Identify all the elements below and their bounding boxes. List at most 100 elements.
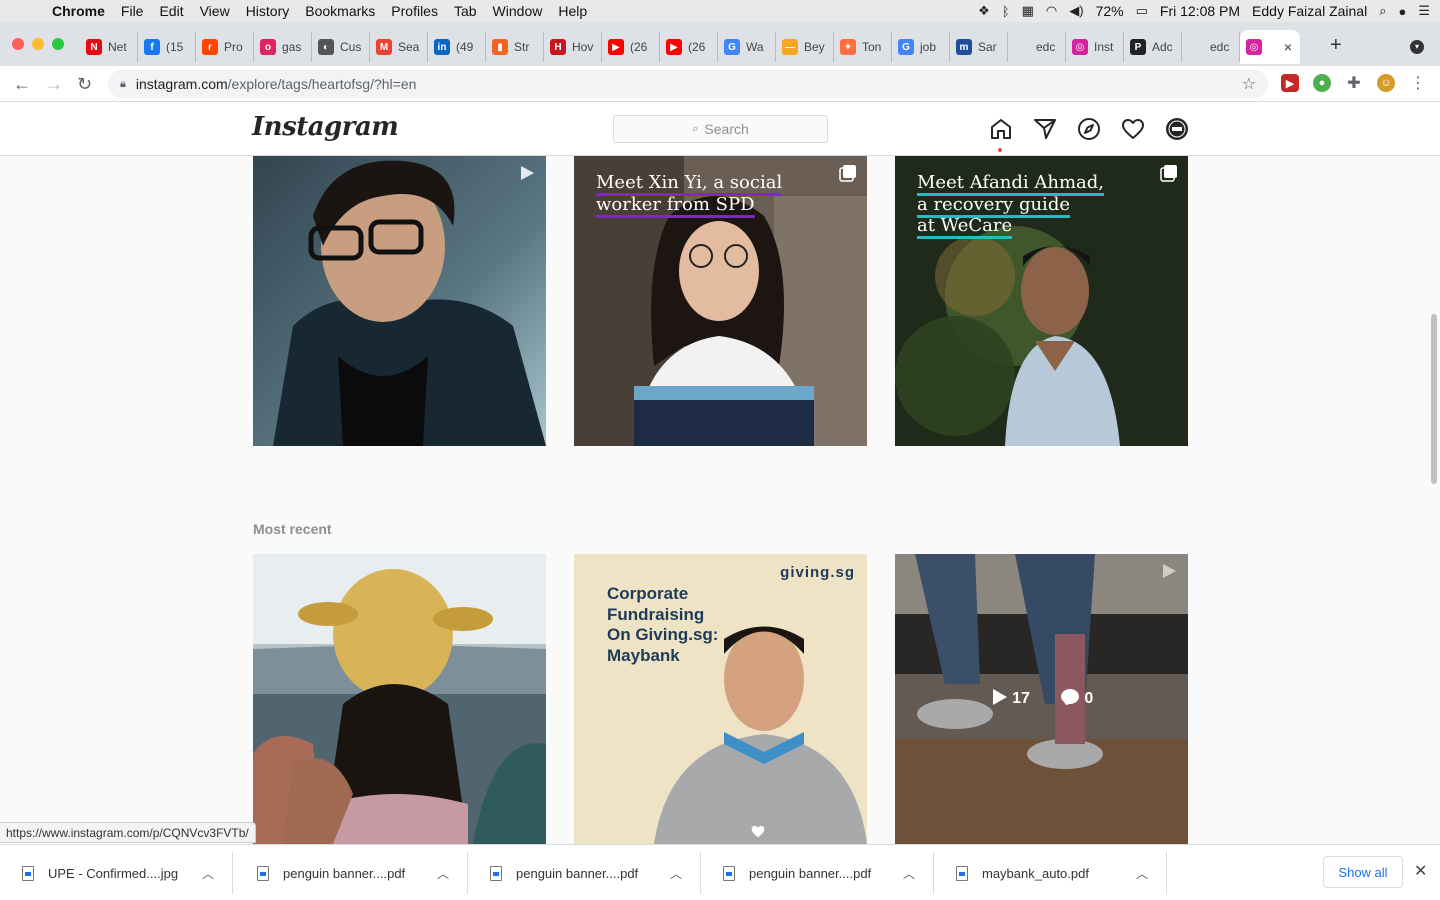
chrome-menu-icon[interactable]: ⋮: [1409, 74, 1427, 92]
browser-tab[interactable]: r Pro: [196, 32, 254, 62]
menu-window[interactable]: Window: [485, 3, 551, 19]
spotlight-search-icon[interactable]: ⌕: [1379, 3, 1386, 19]
menu-clock[interactable]: Fri 12:08 PM: [1160, 3, 1240, 19]
extension-red-icon[interactable]: ▶: [1281, 74, 1299, 92]
bookmark-star-icon[interactable]: ☆: [1242, 74, 1256, 94]
browser-tab[interactable]: ▶ (26: [602, 32, 660, 62]
scrollbar-thumb[interactable]: [1431, 314, 1437, 484]
download-item[interactable]: penguin banner....pdf ︿: [235, 852, 468, 894]
extensions-puzzle-icon[interactable]: ✚: [1345, 74, 1363, 92]
video-play-icon: [1160, 562, 1178, 585]
chevron-up-icon[interactable]: ︿: [903, 865, 915, 882]
comment-icon: [1060, 689, 1079, 705]
browser-tab[interactable]: edc: [1008, 32, 1066, 62]
browser-tab[interactable]: Gjob: [892, 32, 950, 62]
back-arrow-icon[interactable]: ←: [13, 74, 31, 95]
browser-tab[interactable]: in (49: [428, 32, 486, 62]
download-item[interactable]: UPE - Confirmed....jpg ︿: [0, 852, 233, 894]
menu-help[interactable]: Help: [550, 3, 595, 19]
post-tile[interactable]: [253, 554, 546, 844]
forward-arrow-icon[interactable]: →: [45, 74, 63, 95]
post-tile-hovered[interactable]: 17 0: [895, 554, 1188, 844]
close-icon[interactable]: ✕: [1414, 861, 1427, 881]
address-bar[interactable]: 🔒︎ instagram.com/explore/tags/heartofsg/…: [108, 70, 1268, 98]
explore-compass-icon[interactable]: [1076, 116, 1102, 142]
menu-file[interactable]: File: [113, 3, 152, 19]
caption-line: worker from SPD: [596, 193, 755, 218]
menu-history[interactable]: History: [238, 3, 298, 19]
menu-app-chrome[interactable]: Chrome: [44, 3, 113, 19]
keyboard-icon[interactable]: ▦: [1022, 3, 1034, 19]
chevron-up-icon[interactable]: ︿: [202, 865, 214, 882]
siri-icon[interactable]: ●: [1398, 4, 1406, 19]
browser-tab[interactable]: N Net: [80, 32, 138, 62]
browser-tab-active[interactable]: ◎ ×: [1240, 30, 1300, 64]
profile-avatar[interactable]: [1164, 116, 1190, 142]
tab-title: gas: [282, 40, 302, 54]
minimize-window-button[interactable]: [32, 38, 44, 50]
volume-icon[interactable]: ◀): [1069, 3, 1083, 19]
reload-icon[interactable]: ↻: [77, 74, 92, 95]
chevron-up-icon[interactable]: ︿: [437, 865, 449, 882]
lock-icon[interactable]: 🔒︎: [120, 78, 126, 91]
page-scrollbar[interactable]: [1428, 156, 1440, 844]
browser-tab[interactable]: M Sea: [370, 32, 428, 62]
post-tile[interactable]: Meet Afandi Ahmad, a recovery guide at W…: [895, 156, 1188, 446]
battery-icon[interactable]: ▭: [1136, 3, 1148, 19]
extension-green-icon[interactable]: ●: [1313, 74, 1331, 92]
new-tab-button[interactable]: +: [1330, 34, 1342, 57]
browser-tab[interactable]: P Adc: [1124, 32, 1182, 62]
close-tab-icon[interactable]: ×: [1284, 39, 1292, 55]
browser-tab[interactable]: ▶ (26: [660, 32, 718, 62]
wifi-icon[interactable]: ◠: [1046, 3, 1057, 19]
tab-favicon-icon: P: [1130, 39, 1146, 55]
menu-view[interactable]: View: [192, 3, 238, 19]
browser-tab[interactable]: ◎ Inst: [1066, 32, 1124, 62]
download-item[interactable]: maybank_auto.pdf ︿: [934, 852, 1167, 894]
tab-title: (26: [688, 40, 706, 54]
zoom-window-button[interactable]: [52, 38, 64, 50]
battery-percent[interactable]: 72%: [1096, 3, 1124, 19]
direct-messages-icon[interactable]: [1032, 116, 1058, 142]
show-all-downloads-button[interactable]: Show all: [1323, 856, 1403, 888]
browser-tab[interactable]: ▮ Str: [486, 32, 544, 62]
browser-tab[interactable]: m Sar: [950, 32, 1008, 62]
dropbox-icon[interactable]: ❖: [978, 3, 990, 19]
menu-user[interactable]: Eddy Faizal Zainal: [1252, 3, 1367, 19]
menu-tab[interactable]: Tab: [446, 3, 485, 19]
instagram-search-input[interactable]: ⌕ Search: [613, 115, 828, 143]
download-item[interactable]: penguin banner....pdf ︿: [468, 852, 701, 894]
browser-tab[interactable]: — Bey: [776, 32, 834, 62]
post-tile[interactable]: giving.sg Corporate Fundraising On Givin…: [574, 554, 867, 844]
tab-list: N Net f (15 r Pro o gas ◐ Cus M Sea in (49 ▮ Str H Hov ▶ (2…: [80, 30, 1300, 64]
close-window-button[interactable]: [12, 38, 24, 50]
instagram-logo[interactable]: Instagram: [252, 112, 399, 142]
menu-edit[interactable]: Edit: [151, 3, 191, 19]
caption-line: Fundraising: [607, 604, 705, 624]
tab-title: Str: [514, 40, 530, 54]
browser-tab[interactable]: H Hov: [544, 32, 602, 62]
tab-search-icon[interactable]: ▾: [1410, 40, 1424, 54]
tab-title: Hov: [572, 40, 594, 54]
chevron-up-icon[interactable]: ︿: [1136, 865, 1148, 882]
tab-title: Sar: [978, 40, 997, 54]
home-icon[interactable]: [988, 116, 1014, 142]
menu-profiles[interactable]: Profiles: [383, 3, 446, 19]
post-tile[interactable]: Meet Xin Yi, a social worker from SPD: [574, 156, 867, 446]
chevron-up-icon[interactable]: ︿: [670, 865, 682, 882]
tab-favicon-icon: G: [898, 39, 914, 55]
tab-favicon-icon: N: [86, 39, 102, 55]
download-item[interactable]: penguin banner....pdf ︿: [701, 852, 934, 894]
activity-heart-icon[interactable]: [1120, 116, 1146, 142]
browser-tab[interactable]: edc: [1182, 32, 1240, 62]
browser-tab[interactable]: ✦ Ton: [834, 32, 892, 62]
browser-tab[interactable]: o gas: [254, 32, 312, 62]
profile-avatar-icon[interactable]: ☺: [1377, 74, 1395, 92]
browser-tab[interactable]: f (15: [138, 32, 196, 62]
browser-tab[interactable]: G Wa: [718, 32, 776, 62]
browser-tab[interactable]: ◐ Cus: [312, 32, 370, 62]
menu-bookmarks[interactable]: Bookmarks: [297, 3, 383, 19]
post-tile[interactable]: [253, 156, 546, 446]
bluetooth-icon[interactable]: ᛒ: [1002, 4, 1010, 19]
notification-center-icon[interactable]: ☰: [1418, 3, 1430, 19]
